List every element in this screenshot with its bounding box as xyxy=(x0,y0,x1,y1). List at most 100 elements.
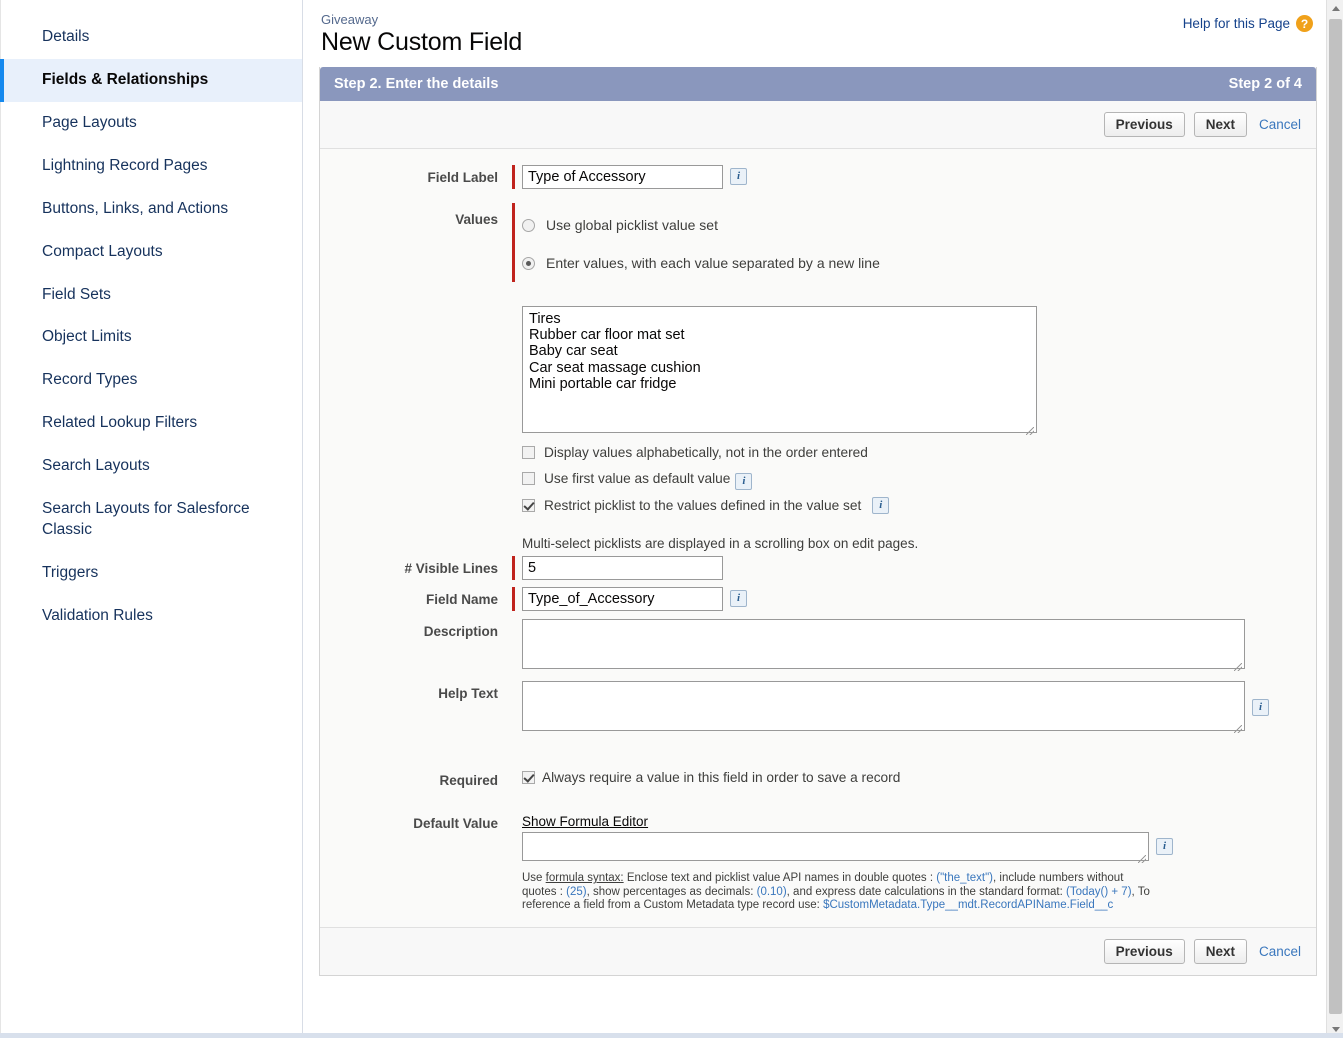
sidebar-item-triggers[interactable]: Triggers xyxy=(0,552,302,595)
checkbox-restrict-picklist-label: Restrict picklist to the values defined … xyxy=(544,498,861,513)
picklist-values-textarea[interactable]: Tires Rubber car floor mat set Baby car … xyxy=(522,306,1037,433)
show-formula-editor-link[interactable]: Show Formula Editor xyxy=(522,814,648,829)
custom-field-form: Field Label i Values xyxy=(320,149,1316,927)
checkbox-first-value-default-icon[interactable] xyxy=(522,472,535,485)
required-indicator-bar xyxy=(512,165,515,189)
help-text-caption: Help Text xyxy=(320,681,512,701)
required-indicator-bar xyxy=(512,587,515,611)
help-link-label[interactable]: Help for this Page xyxy=(1183,16,1290,31)
checkbox-restrict-picklist[interactable]: Restrict picklist to the values defined … xyxy=(522,497,1316,514)
formula-syntax-help: Use formula syntax: Enclose text and pic… xyxy=(512,872,1160,913)
checkbox-display-alphabetically-icon[interactable] xyxy=(522,446,535,459)
checkbox-first-value-default-label: Use first value as default value xyxy=(544,471,730,486)
sidebar-item-search-layouts-classic[interactable]: Search Layouts for Salesforce Classic xyxy=(0,488,302,552)
cancel-link-bottom[interactable]: Cancel xyxy=(1256,944,1304,959)
restrict-picklist-info-icon[interactable]: i xyxy=(872,497,889,514)
field-label-input[interactable] xyxy=(522,165,723,189)
visible-lines-input[interactable] xyxy=(522,556,723,580)
syntax-text-5: , and express date calculations in the s… xyxy=(787,886,1066,898)
checkbox-restrict-picklist-icon[interactable] xyxy=(522,499,535,512)
field-label-caption: Field Label xyxy=(320,165,512,185)
sidebar-item-label: Validation Rules xyxy=(42,607,153,624)
wizard-step-bar: Step 2. Enter the details Step 2 of 4 xyxy=(320,67,1316,101)
sidebar-item-label: Fields & Relationships xyxy=(42,71,208,88)
page-scrollbar[interactable] xyxy=(1326,0,1343,1038)
default-value-row: Default Value Show Formula Editor i xyxy=(320,814,1316,866)
sidebar-item-label: Search Layouts xyxy=(42,457,150,474)
sidebar-item-search-layouts[interactable]: Search Layouts xyxy=(0,445,302,488)
sidebar-item-record-types[interactable]: Record Types xyxy=(0,359,302,402)
field-name-info-icon[interactable]: i xyxy=(730,590,747,607)
visible-lines-row: # Visible Lines xyxy=(320,556,1316,580)
sidebar-item-lightning-record-pages[interactable]: Lightning Record Pages xyxy=(0,145,302,188)
wizard-actions-top: Previous Next Cancel xyxy=(320,101,1316,149)
sidebar-item-field-sets[interactable]: Field Sets xyxy=(0,274,302,317)
values-radio-group: Use global picklist value set Enter valu… xyxy=(522,203,880,282)
values-option-global-label: Use global picklist value set xyxy=(546,217,718,233)
field-name-input[interactable] xyxy=(522,587,723,611)
scroll-up-arrow-icon[interactable] xyxy=(1327,0,1343,17)
description-textarea[interactable] xyxy=(522,619,1245,669)
page-title: New Custom Field xyxy=(319,28,1313,57)
previous-button-top[interactable]: Previous xyxy=(1104,112,1185,137)
formula-syntax-link[interactable]: formula syntax: xyxy=(546,872,624,884)
multiselect-hint: Multi-select picklists are displayed in … xyxy=(512,536,1316,551)
wizard-step-title: Step 2. Enter the details xyxy=(334,76,498,92)
checkbox-display-alphabetically-label: Display values alphabetically, not in th… xyxy=(544,445,868,460)
default-value-formula-textarea[interactable] xyxy=(522,832,1149,861)
field-label-info-icon[interactable]: i xyxy=(730,168,747,185)
help-text-textarea-wrap xyxy=(522,681,1245,736)
values-editor: Tires Rubber car floor mat set Baby car … xyxy=(512,306,1316,514)
help-question-icon[interactable]: ? xyxy=(1296,15,1313,32)
description-textarea-wrap xyxy=(522,619,1245,674)
syntax-code-3: (0.10) xyxy=(757,886,787,898)
values-textarea-wrap: Tires Rubber car floor mat set Baby car … xyxy=(522,306,1037,438)
sidebar-item-compact-layouts[interactable]: Compact Layouts xyxy=(0,231,302,274)
description-caption: Description xyxy=(320,619,512,639)
required-caption: Required xyxy=(320,770,512,788)
next-button-bottom[interactable]: Next xyxy=(1194,939,1247,964)
field-label-row: Field Label i xyxy=(320,165,1316,189)
help-for-this-page[interactable]: Help for this Page ? xyxy=(1183,15,1313,32)
syntax-text-1: Use xyxy=(522,872,546,884)
values-option-enter[interactable]: Enter values, with each value separated … xyxy=(522,244,880,282)
default-value-info-icon[interactable]: i xyxy=(1156,838,1173,855)
radio-enter-values-icon[interactable] xyxy=(522,257,535,270)
sidebar-item-label: Record Types xyxy=(42,371,137,388)
help-text-textarea[interactable] xyxy=(522,681,1245,731)
syntax-code-5: $CustomMetadata.Type__mdt.RecordAPIName.… xyxy=(823,899,1113,911)
values-option-global[interactable]: Use global picklist value set xyxy=(522,206,880,244)
sidebar-item-buttons-links-actions[interactable]: Buttons, Links, and Actions xyxy=(0,188,302,231)
sidebar-item-label: Buttons, Links, and Actions xyxy=(42,200,228,217)
sidebar-item-details[interactable]: Details xyxy=(0,16,302,59)
sidebar-item-fields-relationships[interactable]: Fields & Relationships xyxy=(0,59,302,102)
sidebar-item-label: Triggers xyxy=(42,564,98,581)
syntax-code-2: (25) xyxy=(566,886,586,898)
radio-global-picklist-icon[interactable] xyxy=(522,219,535,232)
scrollbar-thumb[interactable] xyxy=(1329,19,1342,1014)
wizard-step-counter: Step 2 of 4 xyxy=(1229,76,1302,92)
sidebar-item-validation-rules[interactable]: Validation Rules xyxy=(0,595,302,638)
values-row: Values Use global picklist value set Ent… xyxy=(320,203,1316,282)
main-content: Giveaway New Custom Field Help for this … xyxy=(303,0,1343,1038)
default-value-textarea-wrap xyxy=(522,832,1149,866)
visible-lines-caption: # Visible Lines xyxy=(320,556,512,576)
syntax-text-2: Enclose text and picklist value API name… xyxy=(624,872,937,884)
next-button-top[interactable]: Next xyxy=(1194,112,1247,137)
previous-button-bottom[interactable]: Previous xyxy=(1104,939,1185,964)
checkbox-required-icon[interactable] xyxy=(522,771,535,784)
checkbox-display-alphabetically[interactable]: Display values alphabetically, not in th… xyxy=(522,445,1316,460)
cancel-link-top[interactable]: Cancel xyxy=(1256,117,1304,132)
sidebar-item-label: Lightning Record Pages xyxy=(42,157,207,174)
sidebar-item-label: Search Layouts for Salesforce Classic xyxy=(42,500,250,538)
help-text-info-icon[interactable]: i xyxy=(1252,699,1269,716)
checkbox-first-value-default[interactable]: Use first value as default value i xyxy=(522,467,1316,490)
syntax-text-4: , show percentages as decimals: xyxy=(587,886,757,898)
sidebar-item-label: Details xyxy=(42,28,89,45)
sidebar-item-object-limits[interactable]: Object Limits xyxy=(0,316,302,359)
first-value-default-info-icon[interactable]: i xyxy=(735,473,752,490)
sidebar-item-page-layouts[interactable]: Page Layouts xyxy=(0,102,302,145)
default-value-caption: Default Value xyxy=(320,814,512,831)
sidebar-item-related-lookup-filters[interactable]: Related Lookup Filters xyxy=(0,402,302,445)
object-manager-sidebar: Details Fields & Relationships Page Layo… xyxy=(0,0,303,1038)
